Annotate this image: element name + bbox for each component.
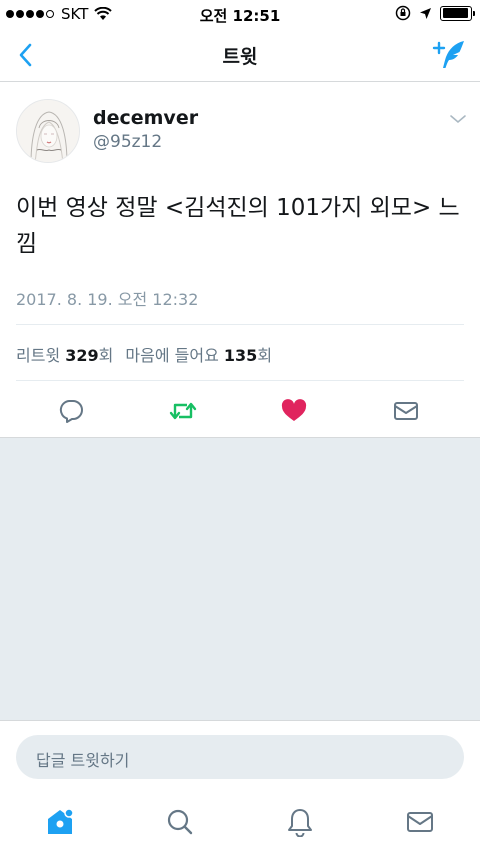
navigation-bar: 트윗	[0, 28, 480, 82]
direct-message-button[interactable]	[386, 393, 426, 429]
divider	[16, 324, 464, 325]
like-button[interactable]	[274, 393, 314, 429]
reply-bar: 답글 트윗하기	[0, 720, 480, 790]
battery-icon	[440, 5, 475, 21]
retweet-button[interactable]	[163, 393, 203, 429]
tweet-stats: 리트윗 329회 마음에 들어요 135회	[16, 342, 272, 366]
like-count: 135	[223, 346, 258, 365]
retweet-icon	[169, 402, 197, 420]
tab-messages[interactable]	[400, 804, 440, 840]
retweet-stat-label: 리트윗	[16, 346, 61, 365]
retweet-unit: 회	[98, 346, 114, 365]
tab-bar	[0, 790, 480, 854]
search-icon	[167, 809, 193, 835]
heart-icon	[281, 399, 307, 421]
chevron-down-icon	[450, 115, 466, 124]
retweet-count: 329	[65, 346, 99, 365]
tweet-options-button[interactable]	[448, 111, 468, 125]
reply-icon	[59, 400, 83, 423]
like-unit: 회	[257, 346, 273, 365]
orientation-lock-icon	[395, 5, 411, 21]
tab-notifications[interactable]	[280, 804, 320, 840]
divider	[16, 380, 464, 381]
status-right	[395, 5, 475, 21]
page-title: 트윗	[222, 46, 258, 68]
tab-home[interactable]	[40, 804, 80, 840]
avatar[interactable]	[16, 99, 80, 163]
like-stat[interactable]: 마음에 들어요 135회	[125, 346, 272, 365]
tweet-timestamp: 2017. 8. 19. 오전 12:32	[16, 290, 199, 309]
notifications-icon	[288, 809, 312, 837]
location-arrow-icon	[420, 7, 431, 19]
compose-tweet-button[interactable]	[428, 36, 470, 74]
compose-tweet-icon	[432, 41, 464, 68]
status-bar: SKT 오전 12:51	[0, 0, 480, 28]
reply-input[interactable]: 답글 트윗하기	[16, 735, 464, 779]
messages-icon	[407, 812, 433, 832]
home-icon	[48, 808, 74, 834]
battery-level	[442, 8, 469, 18]
retweet-stat[interactable]: 리트윗 329회	[16, 346, 113, 365]
reply-button[interactable]	[51, 393, 91, 429]
tweet-actions	[0, 393, 480, 429]
tab-search[interactable]	[160, 804, 200, 840]
replies-area	[0, 438, 480, 720]
avatar-illustration	[17, 100, 79, 162]
mail-icon	[394, 402, 418, 420]
tweet-detail: decemver @95z12 이번 영상 정말 <김석진의 101가지 외모>…	[0, 83, 480, 438]
user-handle[interactable]: @95z12	[93, 132, 162, 152]
display-name[interactable]: decemver	[93, 107, 198, 129]
like-stat-label: 마음에 들어요	[125, 346, 219, 365]
tweet-text: 이번 영상 정말 <김석진의 101가지 외모> 느낌	[16, 195, 460, 257]
